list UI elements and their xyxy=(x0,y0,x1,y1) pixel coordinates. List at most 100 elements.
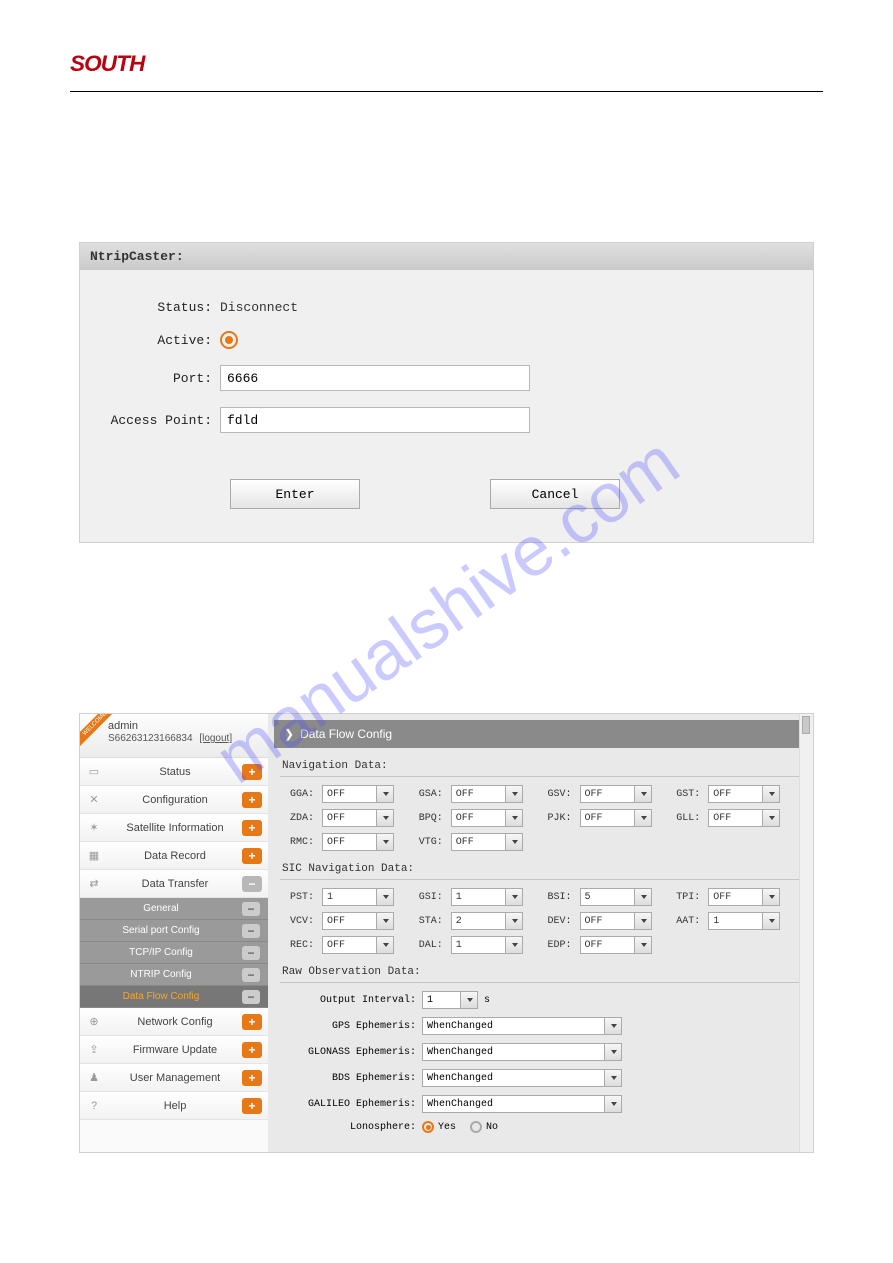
subitem-general[interactable]: General− xyxy=(80,898,268,920)
galileo-eph-select[interactable]: WhenChanged xyxy=(422,1095,622,1113)
plus-icon: + xyxy=(242,764,262,780)
cancel-button[interactable]: Cancel xyxy=(490,479,620,509)
iono-no-radio[interactable]: No xyxy=(470,1121,498,1133)
logo: SOUTH xyxy=(70,50,823,85)
sidebar: admin S66263123166834 [logout] ▭Status+ … xyxy=(80,714,268,1152)
sidebar-item-data-record[interactable]: ▦Data Record+ xyxy=(80,842,268,870)
tpi-select[interactable]: OFF xyxy=(708,888,780,906)
subitem-ntrip[interactable]: NTRIP Config− xyxy=(80,964,268,986)
divider xyxy=(70,91,823,92)
interval-select[interactable]: 1 xyxy=(422,991,478,1009)
pjk-select[interactable]: OFF xyxy=(580,809,652,827)
admin-serial: S66263123166834 xyxy=(108,733,193,744)
status-value: Disconnect xyxy=(220,300,298,315)
subitem-serial[interactable]: Serial port Config− xyxy=(80,920,268,942)
pst-label: PST: xyxy=(286,892,316,903)
iono-yes-radio[interactable]: Yes xyxy=(422,1121,456,1133)
access-point-label: Access Point: xyxy=(90,413,220,428)
aat-select[interactable]: 1 xyxy=(708,912,780,930)
sidebar-item-satellite[interactable]: ✶Satellite Information+ xyxy=(80,814,268,842)
logout-link[interactable]: [logout] xyxy=(199,733,232,744)
sidebar-item-data-transfer[interactable]: ⇄Data Transfer− xyxy=(80,870,268,898)
bds-eph-label: BDS Ephemeris: xyxy=(286,1073,416,1084)
subitem-tcpip[interactable]: TCP/IP Config− xyxy=(80,942,268,964)
minus-icon: − xyxy=(242,924,260,938)
gst-select[interactable]: OFF xyxy=(708,785,780,803)
plus-icon: + xyxy=(242,1098,262,1114)
gll-select[interactable]: OFF xyxy=(708,809,780,827)
dal-select[interactable]: 1 xyxy=(451,936,523,954)
minus-icon: − xyxy=(242,876,262,892)
plus-icon: + xyxy=(242,792,262,808)
edp-label: EDP: xyxy=(544,940,574,951)
gga-select[interactable]: OFF xyxy=(322,785,394,803)
rmc-select[interactable]: OFF xyxy=(322,833,394,851)
subitem-data-flow[interactable]: Data Flow Config− xyxy=(80,986,268,1008)
access-point-input[interactable] xyxy=(220,407,530,433)
sta-label: STA: xyxy=(415,916,445,927)
welcome-ribbon-icon xyxy=(79,713,120,754)
dev-label: DEV: xyxy=(544,916,574,927)
minus-icon: − xyxy=(242,990,260,1004)
sic-title: SIC Navigation Data: xyxy=(280,859,801,880)
sidebar-item-help[interactable]: ?Help+ xyxy=(80,1092,268,1120)
ntrip-caster-panel: NtripCaster: Status: Disconnect Active: … xyxy=(79,242,814,543)
bsi-select[interactable]: 5 xyxy=(580,888,652,906)
active-label: Active: xyxy=(90,333,220,348)
scrollbar[interactable] xyxy=(799,714,813,1152)
sta-select[interactable]: 2 xyxy=(451,912,523,930)
zda-select[interactable]: OFF xyxy=(322,809,394,827)
sidebar-item-status[interactable]: ▭Status+ xyxy=(80,758,268,786)
bds-eph-select[interactable]: WhenChanged xyxy=(422,1069,622,1087)
gps-eph-select[interactable]: WhenChanged xyxy=(422,1017,622,1035)
gsv-select[interactable]: OFF xyxy=(580,785,652,803)
galileo-eph-label: GALILEO Ephemeris: xyxy=(286,1099,416,1110)
gsa-select[interactable]: OFF xyxy=(451,785,523,803)
bpq-select[interactable]: OFF xyxy=(451,809,523,827)
pjk-label: PJK: xyxy=(544,813,574,824)
pst-select[interactable]: 1 xyxy=(322,888,394,906)
vtg-select[interactable]: OFF xyxy=(451,833,523,851)
main-content: ❯Data Flow Config Navigation Data: GGA:O… xyxy=(268,714,813,1152)
status-label: Status: xyxy=(90,300,220,315)
port-input[interactable] xyxy=(220,365,530,391)
tpi-label: TPI: xyxy=(672,892,702,903)
vtg-label: VTG: xyxy=(415,837,445,848)
gsv-label: GSV: xyxy=(544,789,574,800)
edp-select[interactable]: OFF xyxy=(580,936,652,954)
zda-label: ZDA: xyxy=(286,813,316,824)
enter-button[interactable]: Enter xyxy=(230,479,360,509)
chevron-right-icon: ❯ xyxy=(284,727,294,741)
active-radio[interactable] xyxy=(220,331,238,349)
rec-label: REC: xyxy=(286,940,316,951)
rec-select[interactable]: OFF xyxy=(322,936,394,954)
admin-user: admin xyxy=(108,720,260,732)
gga-label: GGA: xyxy=(286,789,316,800)
minus-icon: − xyxy=(242,946,260,960)
plus-icon: + xyxy=(242,1014,262,1030)
sidebar-item-user-mgmt[interactable]: ♟User Management+ xyxy=(80,1064,268,1092)
ntrip-title: NtripCaster: xyxy=(80,243,813,270)
interval-unit: s xyxy=(484,995,490,1006)
vcv-select[interactable]: OFF xyxy=(322,912,394,930)
plus-icon: + xyxy=(242,1070,262,1086)
ionosphere-label: Lonosphere: xyxy=(286,1122,416,1133)
sidebar-item-firmware[interactable]: ⇪Firmware Update+ xyxy=(80,1036,268,1064)
scrollbar-thumb[interactable] xyxy=(802,716,810,734)
glonass-eph-select[interactable]: WhenChanged xyxy=(422,1043,622,1061)
sidebar-item-network[interactable]: ⊕Network Config+ xyxy=(80,1008,268,1036)
data-flow-config-panel: admin S66263123166834 [logout] ▭Status+ … xyxy=(79,713,814,1153)
svg-text:SOUTH: SOUTH xyxy=(70,51,146,76)
gsa-label: GSA: xyxy=(415,789,445,800)
aat-label: AAT: xyxy=(672,916,702,927)
gps-eph-label: GPS Ephemeris: xyxy=(286,1021,416,1032)
dal-label: DAL: xyxy=(415,940,445,951)
bsi-label: BSI: xyxy=(544,892,574,903)
glonass-eph-label: GLONASS Ephemeris: xyxy=(286,1047,416,1058)
sidebar-item-configuration[interactable]: ✕Configuration+ xyxy=(80,786,268,814)
dev-select[interactable]: OFF xyxy=(580,912,652,930)
gsi-select[interactable]: 1 xyxy=(451,888,523,906)
welcome-block: admin S66263123166834 [logout] xyxy=(80,714,268,758)
port-label: Port: xyxy=(90,371,220,386)
gll-label: GLL: xyxy=(672,813,702,824)
